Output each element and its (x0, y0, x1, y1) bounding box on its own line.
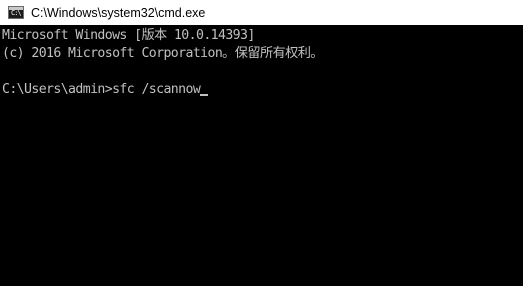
console-line-blank (2, 63, 523, 81)
cmd-icon[interactable]: C:\ (8, 6, 24, 19)
window-title: C:\Windows\system32\cmd.exe (31, 5, 206, 20)
cmd-window: C:\ C:\Windows\system32\cmd.exe Microsof… (0, 0, 523, 286)
console-prompt-line[interactable]: C:\Users\admin>sfc /scannow (2, 81, 523, 99)
console-command: C:\Users\admin>sfc /scannow (2, 82, 201, 97)
cmd-icon-prompt: C:\ (11, 9, 22, 17)
text-cursor (200, 94, 209, 96)
console-line-copyright: (c) 2016 Microsoft Corporation。保留所有权利。 (2, 46, 323, 61)
title-bar[interactable]: C:\ C:\Windows\system32\cmd.exe (0, 0, 523, 25)
console-line-version: Microsoft Windows [版本 10.0.14393] (2, 28, 255, 43)
console-output[interactable]: Microsoft Windows [版本 10.0.14393] (c) 20… (2, 27, 523, 286)
